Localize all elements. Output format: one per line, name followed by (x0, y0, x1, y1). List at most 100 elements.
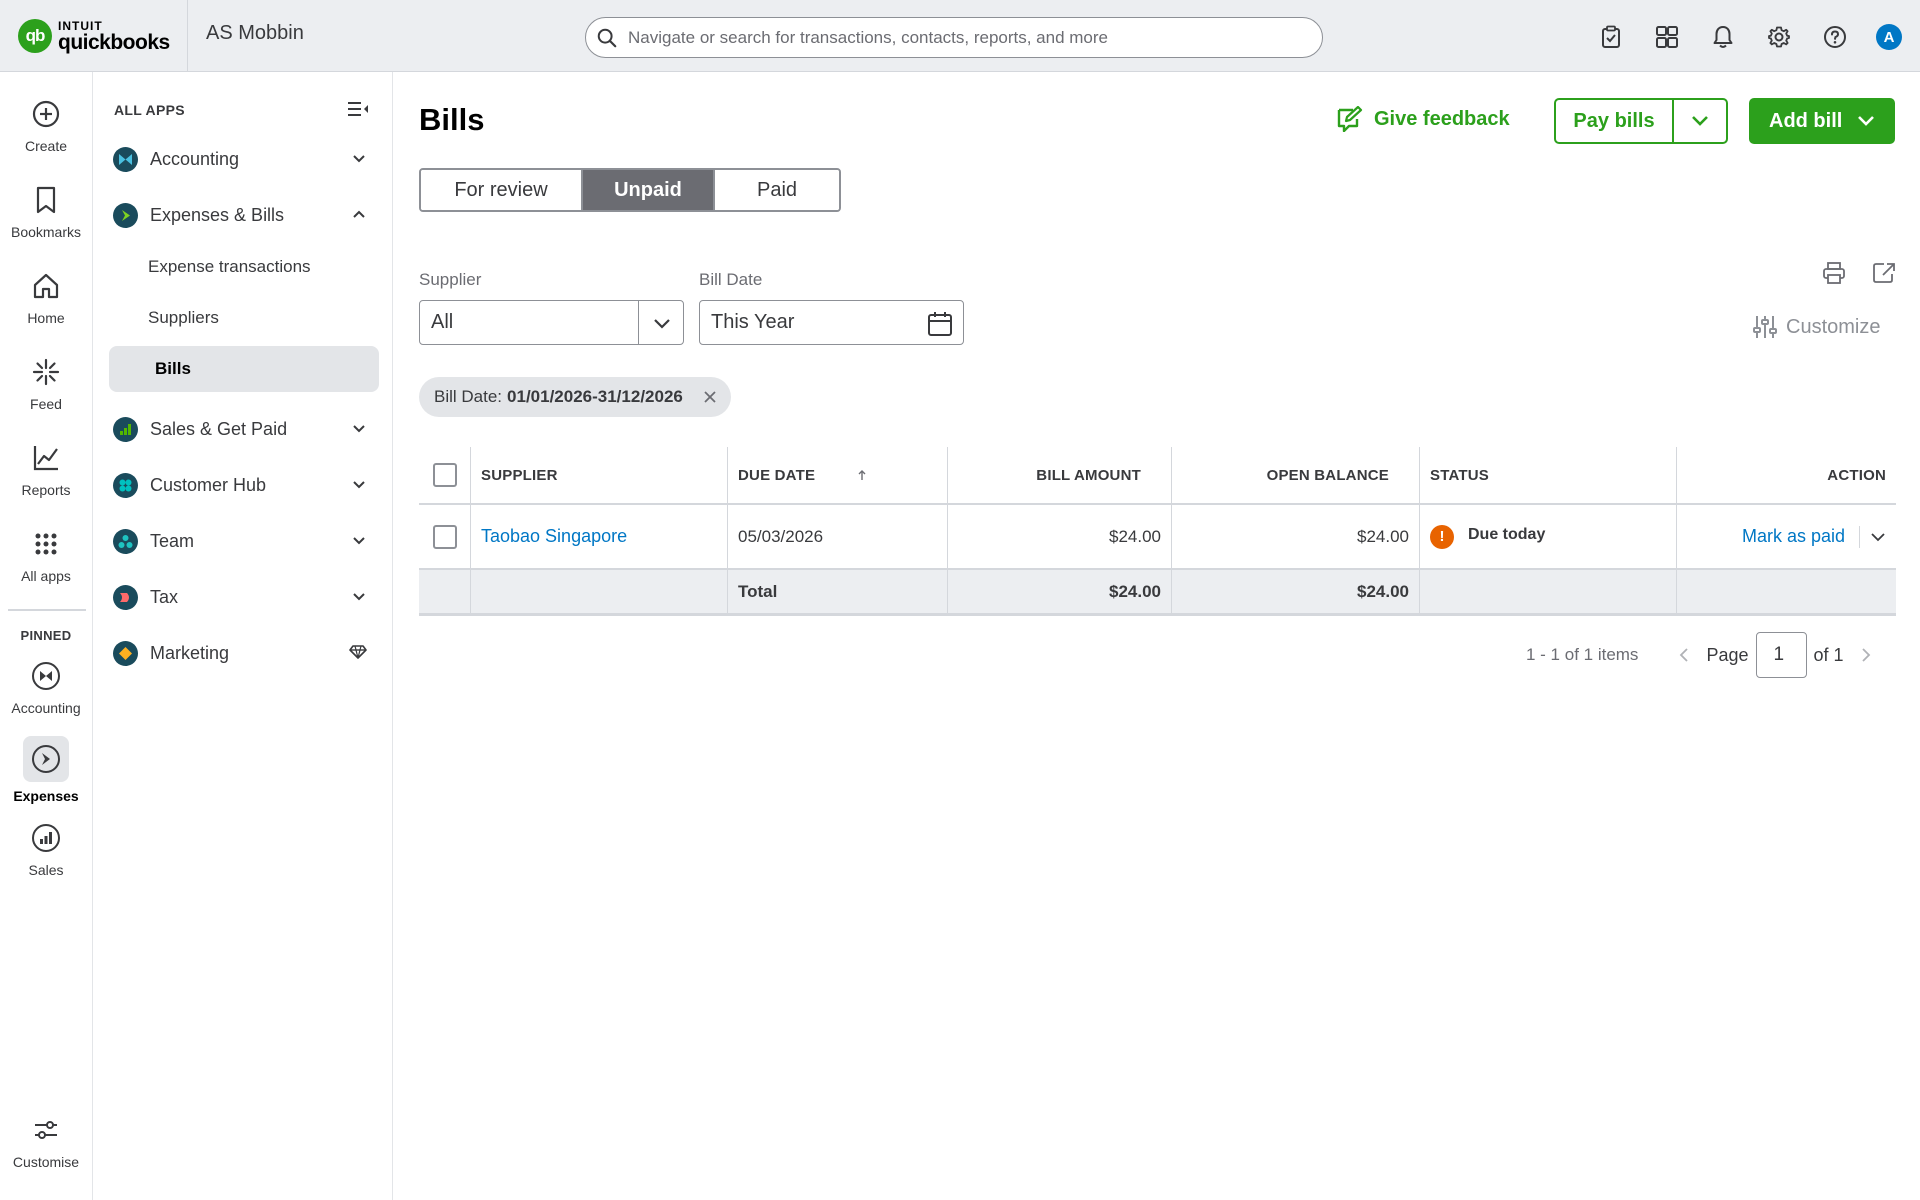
tab-paid[interactable]: Paid (713, 170, 839, 210)
page-total: of 1 (1813, 644, 1844, 665)
supplier-link[interactable]: Taobao Singapore (481, 526, 627, 547)
col-status[interactable]: STATUS (1419, 447, 1676, 503)
checklist-icon[interactable] (1596, 22, 1626, 52)
add-bill-button[interactable]: Add bill (1749, 98, 1895, 144)
tab-unpaid[interactable]: Unpaid (581, 170, 713, 210)
nav-expenses-bills-label: Expenses & Bills (150, 204, 285, 225)
nav-expenses-bills[interactable]: Expenses & Bills (113, 197, 373, 233)
grid-dots-icon (28, 526, 64, 562)
rail-create[interactable]: Create (0, 96, 92, 154)
mark-as-paid-link[interactable]: Mark as paid (1742, 526, 1845, 547)
expenses-icon (23, 736, 69, 782)
col-due-date-label: DUE DATE (738, 466, 816, 484)
row-actions-dropdown[interactable] (1870, 531, 1886, 543)
total-open-balance: $24.00 (1171, 570, 1419, 613)
nav-suppliers[interactable]: Suppliers (109, 295, 379, 341)
close-icon[interactable] (703, 390, 717, 404)
page-number-input[interactable]: 1 (1756, 632, 1808, 678)
nav-sales-label: Sales & Get Paid (150, 418, 288, 439)
total-bill-amount: $24.00 (947, 570, 1171, 613)
nav-team[interactable]: Team (113, 523, 373, 559)
give-feedback-button[interactable]: Give feedback (1336, 106, 1510, 132)
col-action: ACTION (1676, 447, 1896, 503)
all-apps-heading: ALL APPS (114, 102, 185, 118)
rail-feed[interactable]: Feed (0, 354, 92, 412)
marketing-app-icon (113, 640, 138, 666)
col-bill-amount[interactable]: BILL AMOUNT (947, 447, 1171, 503)
row-checkbox[interactable] (432, 524, 457, 549)
nav-marketing[interactable]: Marketing (113, 635, 373, 671)
col-supplier[interactable]: SUPPLIER (470, 447, 727, 503)
pay-bills-button[interactable]: Pay bills (1556, 100, 1674, 142)
apps-switcher-icon[interactable] (1652, 22, 1682, 52)
search-icon (596, 27, 618, 49)
rail-pinned-accounting-label: Accounting (11, 700, 81, 716)
feedback-icon (1337, 106, 1363, 132)
sliders-icon (1753, 316, 1777, 338)
customize-button[interactable]: Customize (1752, 315, 1880, 339)
gear-icon[interactable] (1764, 22, 1794, 52)
bill-date-filter-value: This Year (711, 311, 795, 333)
calendar-icon[interactable] (927, 311, 953, 337)
nav-marketing-label: Marketing (150, 642, 230, 663)
quickbooks-logo[interactable]: qb INTUIT quickbooks (18, 15, 170, 57)
bill-amount-cell: $24.00 (947, 505, 1171, 568)
pay-bills-dropdown[interactable] (1674, 114, 1726, 128)
rail-home[interactable]: Home (0, 268, 92, 326)
tab-for-review[interactable]: For review (421, 170, 581, 210)
chevron-down-icon (351, 532, 367, 550)
rail-pinned-sales[interactable]: Sales (0, 820, 92, 878)
chevron-up-icon (351, 206, 367, 224)
bills-tabs: For review Unpaid Paid (419, 168, 841, 212)
logo-quickbooks-text: quickbooks (58, 30, 170, 54)
nav-customer-hub[interactable]: Customer Hub (113, 467, 373, 503)
nav-expense-transactions[interactable]: Expense transactions (109, 244, 379, 290)
nav-tax[interactable]: Tax (113, 579, 373, 615)
search-input[interactable] (628, 27, 1308, 48)
bell-icon[interactable] (1708, 22, 1738, 52)
rail-all-apps[interactable]: All apps (0, 526, 92, 584)
supplier-filter-select[interactable]: All (419, 300, 684, 345)
rail-pinned-accounting[interactable]: Accounting (0, 658, 92, 716)
line-chart-icon (28, 440, 64, 476)
rail-pinned-expenses-label: Expenses (13, 788, 79, 804)
nav-bills[interactable]: Bills (109, 346, 379, 392)
chevron-down-icon (351, 420, 367, 438)
bill-date-filter-select[interactable]: This Year (699, 300, 964, 345)
export-icon[interactable] (1872, 262, 1896, 284)
open-balance-cell: $24.00 (1171, 505, 1419, 568)
nav-team-label: Team (150, 530, 195, 551)
rail-pinned-expenses[interactable]: Expenses (0, 736, 92, 804)
global-search[interactable] (585, 17, 1323, 58)
collapse-menu-icon[interactable] (347, 100, 369, 118)
quickbooks-logo-mark: qb (18, 19, 52, 53)
rail-pinned-sales-label: Sales (28, 862, 64, 878)
pagination: 1 - 1 of 1 items Page 1 of 1 (1526, 632, 1872, 678)
rail-bookmarks[interactable]: Bookmarks (0, 182, 92, 240)
col-due-date[interactable]: DUE DATE (727, 447, 947, 503)
nav-accounting-label: Accounting (150, 148, 240, 169)
plus-circle-icon (28, 96, 64, 132)
sparkle-icon (28, 354, 64, 390)
accounting-icon (28, 658, 64, 694)
rail-reports[interactable]: Reports (0, 440, 92, 498)
table-row[interactable]: Taobao Singapore 05/03/2026 $24.00 $24.0… (419, 505, 1896, 570)
print-icon[interactable] (1822, 262, 1846, 284)
select-all-checkbox[interactable] (432, 463, 457, 487)
top-divider (187, 0, 188, 72)
rail-divider (8, 609, 86, 611)
home-icon (28, 268, 64, 304)
chevron-right-icon[interactable] (1860, 647, 1872, 663)
col-open-balance[interactable]: OPEN BALANCE (1171, 447, 1419, 503)
nav-customer-hub-label: Customer Hub (150, 474, 267, 495)
chevron-left-icon[interactable] (1678, 647, 1690, 663)
user-avatar[interactable]: A (1876, 24, 1902, 50)
help-icon[interactable] (1820, 22, 1850, 52)
nav-accounting[interactable]: Accounting (113, 141, 373, 177)
bills-table: SUPPLIER DUE DATE BILL AMOUNT OPEN BALAN… (419, 447, 1896, 616)
rail-customise[interactable]: Customise (0, 1112, 92, 1170)
chevron-down-icon (1858, 116, 1875, 126)
nav-sales-get-paid[interactable]: Sales & Get Paid (113, 411, 373, 447)
chip-value: 01/01/2026-31/12/2026 (507, 387, 683, 406)
company-name[interactable]: AS Mobbin (206, 22, 304, 45)
